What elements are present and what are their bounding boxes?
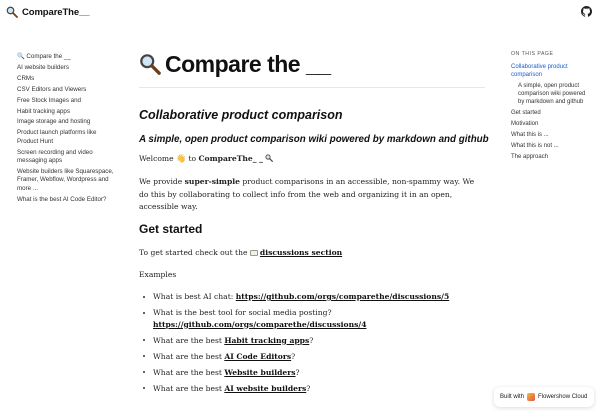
section-heading-get-started: Get started: [139, 222, 203, 236]
sidebar-item-website-builders[interactable]: Website builders like Squarespace, Frame…: [17, 168, 117, 193]
sidebar-item-free-stock-images[interactable]: Free Stock Images and: [17, 97, 117, 105]
list-item-text: What are the best: [153, 335, 225, 345]
list-item-suffix: ?: [291, 351, 296, 361]
intro-bold: super-simple: [184, 177, 240, 186]
section-heading-collaborative: Collaborative product comparison: [139, 108, 343, 122]
list-item-link[interactable]: Website builders: [224, 368, 295, 377]
page-header: Compare the __: [139, 50, 489, 78]
list-item-link[interactable]: Habit tracking apps: [224, 336, 309, 345]
examples-list: What is best AI chat: https://github.com…: [139, 291, 479, 399]
sidebar-item-crms[interactable]: CRMs: [17, 75, 117, 83]
sidebar-item-product-launch[interactable]: Product launch platforms like Product Hu…: [17, 129, 117, 146]
toc-item-collaborative[interactable]: Collaborative product comparison: [511, 63, 591, 79]
intro-paragraph: We provide super-simple product comparis…: [139, 176, 479, 214]
list-item-text: What are the best: [153, 367, 225, 377]
list-item: What is best AI chat: https://github.com…: [139, 291, 479, 303]
list-item-text: What are the best: [153, 383, 225, 393]
magnifier-icon: [265, 154, 274, 162]
list-item-text: What is best AI chat:: [153, 292, 236, 301]
discussions-link[interactable]: discussions section: [260, 248, 342, 257]
list-item-suffix: ?: [309, 335, 314, 345]
navbar: CompareThe__: [0, 0, 600, 26]
toc-item-what-this-is-not[interactable]: What this is not ...: [511, 142, 591, 150]
welcome-prefix: Welcome: [139, 154, 174, 163]
get-started-paragraph: To get started check out the discussions…: [139, 248, 342, 257]
list-item-link[interactable]: AI website builders: [224, 384, 306, 393]
list-item-suffix: ?: [295, 367, 300, 377]
brand-name: CompareThe__: [22, 6, 90, 18]
magnifier-icon: [6, 6, 18, 18]
list-item: What are the best AI website builders?: [139, 383, 479, 395]
list-item-link[interactable]: https://github.com/orgs/comparethe/discu…: [236, 292, 449, 301]
brand-link[interactable]: CompareThe__: [6, 6, 90, 18]
book-icon: [249, 250, 258, 256]
list-item-suffix: ?: [306, 383, 311, 393]
welcome-brand: CompareThe_ _: [198, 154, 263, 163]
list-item-text: What are the best: [153, 351, 225, 361]
list-item-link[interactable]: AI Code Editors: [224, 352, 291, 361]
intro-prefix: We provide: [139, 177, 183, 186]
section-subheading-tagline: A simple, open product comparison wiki p…: [139, 134, 489, 145]
table-of-contents: ON THIS PAGE Collaborative product compa…: [511, 51, 591, 164]
list-item: What are the best AI Code Editors?: [139, 351, 479, 363]
flowershow-icon: [527, 393, 536, 401]
sidebar-item-habit-tracking[interactable]: Habit tracking apps: [17, 108, 117, 116]
sidebar-item-ai-website-builders[interactable]: AI website builders: [17, 64, 117, 72]
built-with-label: Built with: [500, 394, 525, 400]
toc-item-what-this-is[interactable]: What this is ...: [511, 131, 591, 139]
welcome-paragraph: Welcome 👋 to CompareThe_ _: [139, 154, 274, 163]
list-item: What are the best Habit tracking apps?: [139, 335, 479, 347]
list-item-link[interactable]: https://github.com/orgs/comparethe/discu…: [153, 320, 366, 329]
page-title-row: Compare the __: [139, 50, 489, 78]
sidebar-nav: 🔍 Compare the __ AI website builders CRM…: [17, 53, 117, 207]
toc-item-motivation[interactable]: Motivation: [511, 120, 591, 128]
welcome-to: to: [188, 154, 197, 163]
examples-label: Examples: [139, 270, 177, 279]
provider-name: Flowershow Cloud: [538, 394, 588, 400]
page-title: Compare the __: [165, 50, 331, 77]
sidebar-item-compare-the[interactable]: 🔍 Compare the __: [17, 53, 117, 61]
waving-hand-icon: 👋: [176, 154, 187, 163]
toc-item-get-started[interactable]: Get started: [511, 109, 591, 117]
sidebar-item-screen-recording[interactable]: Screen recording and video messaging app…: [17, 149, 117, 166]
get-started-text: To get started check out the: [139, 248, 248, 257]
sidebar-item-ai-code-editor[interactable]: What is the best AI Code Editor?: [17, 196, 117, 204]
toc-item-tagline[interactable]: A simple, open product comparison wiki p…: [511, 82, 591, 106]
toc-title: ON THIS PAGE: [511, 51, 554, 57]
toc-item-the-approach[interactable]: The approach: [511, 153, 591, 161]
github-icon[interactable]: [581, 6, 592, 17]
magnifier-icon: [140, 54, 161, 75]
list-item-text: What is the best tool for social media p…: [153, 308, 332, 317]
sidebar-item-image-storage[interactable]: Image storage and hosting: [17, 118, 117, 126]
list-item: What are the best Website builders?: [139, 367, 479, 379]
list-item: What is the best tool for social media p…: [139, 307, 479, 330]
title-divider: [139, 87, 485, 88]
built-with-badge[interactable]: Built with Flowershow Cloud: [494, 387, 594, 407]
sidebar-item-csv-editors[interactable]: CSV Editors and Viewers: [17, 86, 117, 94]
